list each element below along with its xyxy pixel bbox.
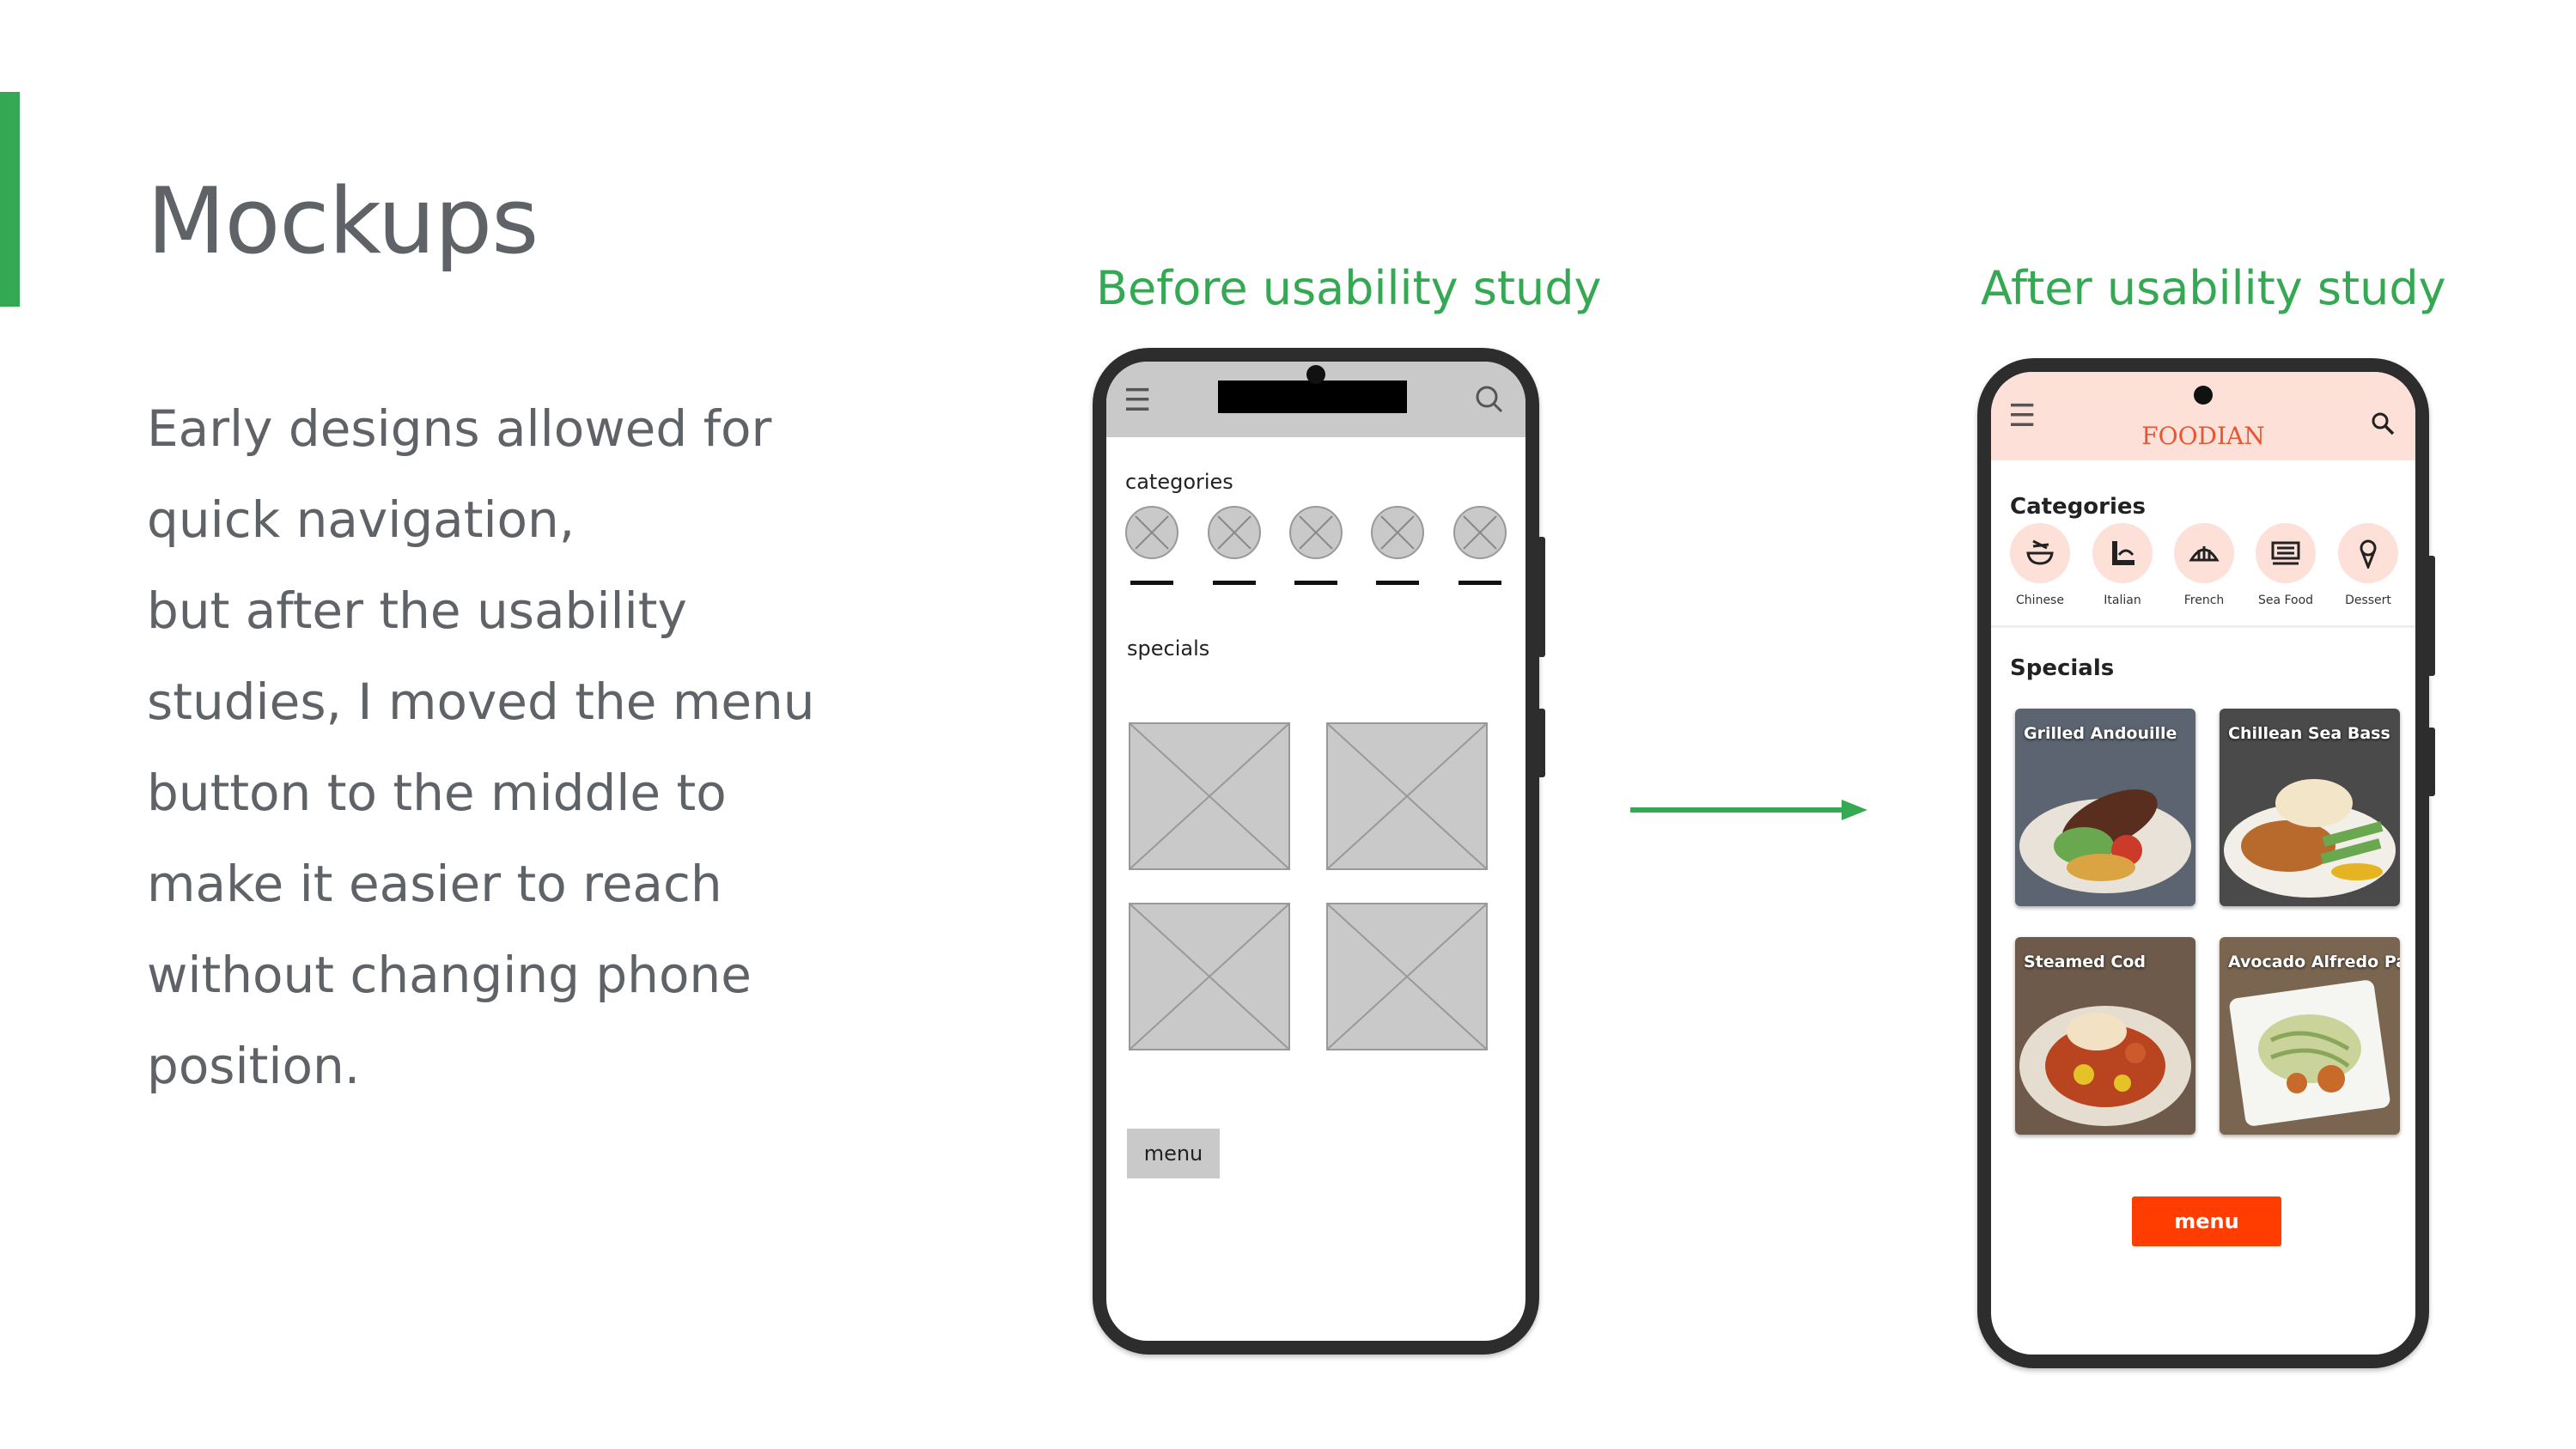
body-line: make it easier to reach <box>147 855 722 913</box>
body-line: quick navigation, <box>147 490 575 549</box>
category-label: Dessert <box>2345 594 2391 607</box>
camera <box>2194 386 2213 405</box>
volume-button <box>2427 728 2435 796</box>
arrow-right-icon <box>1630 800 1867 820</box>
category-underline <box>1376 581 1419 585</box>
special-image-placeholder[interactable] <box>1129 722 1290 870</box>
body-line: Early designs allowed for <box>147 399 772 458</box>
special-name: Grilled Andouille <box>2024 724 2177 743</box>
special-name: Chillean Sea Bass <box>2228 724 2390 743</box>
category-placeholder[interactable] <box>1125 506 1178 559</box>
hifi-phone: ☰ FOODIAN Categories Chinese Italian Fre… <box>1977 358 2435 1368</box>
category-chinese[interactable] <box>2010 523 2070 583</box>
croissant-icon <box>2189 546 2220 562</box>
special-card[interactable]: Grilled Andouille <box>2015 709 2195 906</box>
category-underline <box>1459 581 1501 585</box>
body-line: but after the usability <box>147 581 687 640</box>
ice-cream-icon <box>2360 539 2377 569</box>
power-button <box>2427 556 2435 676</box>
category-italian[interactable] <box>2092 523 2153 583</box>
brand-logo: FOODIAN <box>2141 422 2265 450</box>
category-placeholder[interactable] <box>1371 506 1424 559</box>
wireframe-screen: ☰ categories specials menu <box>1106 362 1526 1341</box>
wireframe-phone: ☰ categories specials menu <box>1093 348 1545 1355</box>
category-label: French <box>2183 594 2225 607</box>
category-french[interactable] <box>2174 523 2234 583</box>
label-before: Before usability study <box>1096 261 1602 315</box>
search-icon[interactable] <box>1472 382 1507 417</box>
camera <box>1306 365 1325 384</box>
body-line: button to the middle to <box>147 764 727 822</box>
special-card[interactable]: Avocado Alfredo Pasta <box>2220 937 2400 1135</box>
body-text: Early designs allowed for quick navigati… <box>147 383 851 1111</box>
categories-heading: Categories <box>2010 494 2147 520</box>
special-image-placeholder[interactable] <box>1326 722 1488 870</box>
category-dessert[interactable] <box>2338 523 2398 583</box>
category-placeholder[interactable] <box>1289 506 1343 559</box>
hamburger-icon[interactable]: ☰ <box>1124 386 1151 417</box>
body-line: studies, I moved the menu <box>147 673 815 731</box>
category-placeholder[interactable] <box>1208 506 1261 559</box>
body-line: without changing phone <box>147 946 752 1004</box>
special-name: Avocado Alfredo Pasta <box>2228 953 2400 971</box>
category-placeholder[interactable] <box>1453 506 1507 559</box>
category-underline <box>1130 581 1173 585</box>
special-card[interactable]: Steamed Cod <box>2015 937 2195 1135</box>
special-name: Steamed Cod <box>2024 953 2146 971</box>
menu-button[interactable]: menu <box>2132 1196 2281 1246</box>
specials-label: specials <box>1127 636 1210 661</box>
category-label: Chinese <box>2016 594 2064 607</box>
noodle-bowl-icon <box>2026 539 2054 565</box>
category-underline <box>1213 581 1256 585</box>
search-icon[interactable] <box>2369 410 2396 437</box>
special-image-placeholder[interactable] <box>1326 903 1488 1050</box>
seafood-icon <box>2271 541 2300 565</box>
hifi-screen: ☰ FOODIAN Categories Chinese Italian Fre… <box>1991 372 2415 1355</box>
special-card[interactable]: Chillean Sea Bass <box>2220 709 2400 906</box>
title-placeholder <box>1218 381 1407 413</box>
label-after: After usability study <box>1981 261 2446 315</box>
category-underline <box>1294 581 1337 585</box>
specials-heading: Specials <box>2010 655 2115 681</box>
pasta-icon <box>2112 541 2134 565</box>
accent-bar <box>0 92 20 307</box>
slide-title: Mockups <box>147 168 539 274</box>
special-image-placeholder[interactable] <box>1129 903 1290 1050</box>
menu-button[interactable]: menu <box>1127 1129 1220 1178</box>
divider <box>1991 625 2415 628</box>
category-sea-food[interactable] <box>2256 523 2316 583</box>
category-label: Sea Food <box>2257 594 2314 607</box>
categories-label: categories <box>1125 470 1233 494</box>
category-label: Italian <box>2104 594 2141 607</box>
body-line: position. <box>147 1037 361 1095</box>
volume-button <box>1538 709 1545 777</box>
power-button <box>1538 537 1545 657</box>
